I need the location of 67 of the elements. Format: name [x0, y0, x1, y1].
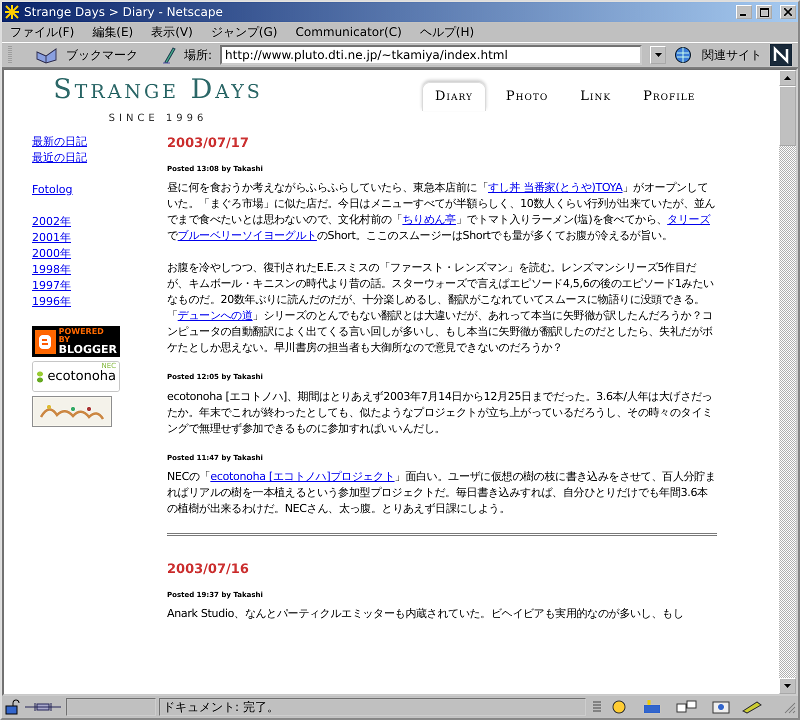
entry-date: 2003/07/16	[167, 561, 250, 579]
close-button[interactable]	[780, 5, 796, 19]
post-paragraph: 昼に何を食おうか考えながらふらふらしていたら、東急本店前に「すし丼 当番家(とうや)TOYA」がオープンしていた。「まぐろ市場」に似た店だ。今日はメニューすべてが半額らしく、10数人くらい行列が出来ていたが、並んでまで食べたいとは思わないので、文化村前の「ちりめん亭」でトマト入りラーメン(塩)を食べてから、タリーズ でブルーベリーソイヨーグルト のShort。ここのスムージーはShortでも量が多くてお腹が冷えるが旨い。	[167, 180, 716, 244]
leaf-icon	[36, 370, 44, 382]
pen-icon[interactable]	[162, 46, 176, 64]
badge-text: POWERED BY	[58, 328, 105, 344]
sidebar-link[interactable]: 2000年	[32, 246, 71, 262]
window-title: Strange Days > Diary - Netscape	[24, 4, 224, 21]
globe-icon[interactable]	[674, 46, 694, 64]
sidebar-link[interactable]: 最新の日記	[32, 134, 87, 150]
post-link[interactable]: ブルーベリーソイヨーグルト	[178, 229, 317, 242]
post-paragraph: お腹を冷やしつつ、復刊されたE.E.スミスの「ファースト・レンズマン」を読む。レンズマンシリーズ5作目だが、キムボール・キニスンの時代より昔の話。スターウォーズで言えばエピソード4,5,6の後のエピソード1みたいなものだ。20数年ぶりに読んだのだが、十分楽しめるし、翻訳がこなれていてスムースに物語りに没頭できる。「デューンへの道」シリーズのとんでもない翻訳とは大違いだが、あれって本当に矢野徹が訳したんだろうか？コンピュータの自動翻訳によく出てくる言い回しが多いし、もし本当に矢野徹が翻訳したのだとしたら、失礼だがボケたとしか思えない。早川書房の担当者も大御所なので意見できないのだろうか？	[167, 260, 715, 356]
lock-icon[interactable]	[4, 699, 20, 715]
post-link[interactable]: すし丼 当番家(とうや)TOYA	[488, 181, 622, 194]
blogger-badge[interactable]: POWERED BY BLOGGER	[32, 326, 120, 357]
menu-item[interactable]: 表示(V)	[149, 23, 195, 41]
sidebar-link[interactable]: 2001年	[32, 230, 71, 246]
site-tagline: SINCE 1996	[108, 112, 208, 126]
post-paragraph: NECの「ecotonoha [エコトノハ]プロジェクト」面白い。ユーザに仮想の樹の枝に書き込みをさせて、百人分貯まればリアルの樹を一本植えるという参加型プロジェクトだ。毎日書き込みすれば、自分ひとりだけでも年間3.6本の植樹が出来るわけだ。NECさん、太っ腹。とりあえず日課にしよう。	[167, 469, 717, 517]
blogger-b-icon	[38, 334, 52, 350]
badge-text: ecotonoha	[47, 370, 116, 383]
menu-item[interactable]: ヘルプ(H)	[418, 23, 476, 41]
post-paragraph: Anark Studio、なんとパーティクルエミッターも内蔵されていた。ビヘイビアも実用的なのが多いし、もし	[167, 606, 684, 622]
sidebar-link[interactable]: 1996年	[32, 294, 71, 310]
grip-icon	[8, 45, 12, 65]
menu-item[interactable]: ファイル(F)	[8, 23, 76, 41]
nav-tab[interactable]: Link	[568, 83, 624, 110]
sidebar-link[interactable]: 1998年	[32, 262, 71, 278]
bookmarks-button[interactable]: ブックマーク	[66, 46, 138, 64]
maximize-icon	[760, 8, 768, 16]
netscape-logo-icon[interactable]	[770, 44, 792, 66]
scrollbar-thumb[interactable]	[779, 86, 796, 146]
resize-grip-icon[interactable]	[782, 700, 796, 714]
app-icon	[4, 4, 20, 20]
post-link[interactable]: デューンへの道	[178, 309, 253, 322]
location-label: 場所:	[184, 47, 212, 64]
caret-icon	[654, 53, 662, 57]
close-icon	[784, 8, 792, 16]
entry-date: 2003/07/17	[167, 135, 250, 153]
site-logo[interactable]: Strange Days	[53, 76, 263, 103]
url-field[interactable]: http://www.pluto.dti.ne.jp/~tkamiya/index.html	[220, 45, 642, 65]
down-arrow-icon	[784, 684, 791, 688]
sidebar-link[interactable]: 1997年	[32, 278, 71, 294]
people-badge[interactable]	[32, 396, 112, 427]
sidebar-link[interactable]: 最近の日記	[32, 150, 87, 166]
minimize-button[interactable]	[736, 5, 752, 19]
menu-item[interactable]: 編集(E)	[90, 23, 136, 41]
nav-tab[interactable]: Profile	[631, 83, 708, 110]
menu-item[interactable]: Communicator(C)	[293, 23, 404, 41]
post-paragraph: ecotonoha [エコトノハ]、期間はとりあえず2003年7月14日から12月25日までだった。3.6本/人年は大げさだったか。年末でこれが終わったとしても、似たようなプロジェクトが立ち上がっているだろうし、その時々のタイミングで無理せず参加できるものに参加すればいいんだし。	[167, 388, 714, 436]
menu-item[interactable]: ジャンプ(G)	[208, 23, 280, 41]
bookmark-book-icon[interactable]	[36, 46, 58, 64]
post-link[interactable]: タリーズ	[667, 213, 710, 226]
status-text: ドキュメント: 完了。	[159, 698, 586, 716]
scroll-up-button[interactable]	[779, 70, 796, 86]
related-sites-button[interactable]: 関連サイト	[702, 46, 762, 64]
dropdown-button[interactable]	[650, 46, 666, 64]
up-arrow-icon	[784, 76, 791, 80]
nav-tab[interactable]: Photo	[494, 83, 560, 110]
post-link[interactable]: ecotonoha [エコトノハ]プロジェクト	[210, 470, 395, 483]
sidebar-link[interactable]: Fotolog	[32, 182, 72, 198]
maximize-button[interactable]	[756, 5, 772, 19]
nav-tab[interactable]: Diary	[422, 82, 486, 110]
post-link[interactable]: ちりめん亭	[402, 213, 456, 226]
badge-text: BLOGGER	[58, 344, 117, 355]
sidebar-link[interactable]: 2002年	[32, 214, 71, 230]
scroll-down-button[interactable]	[779, 678, 796, 694]
